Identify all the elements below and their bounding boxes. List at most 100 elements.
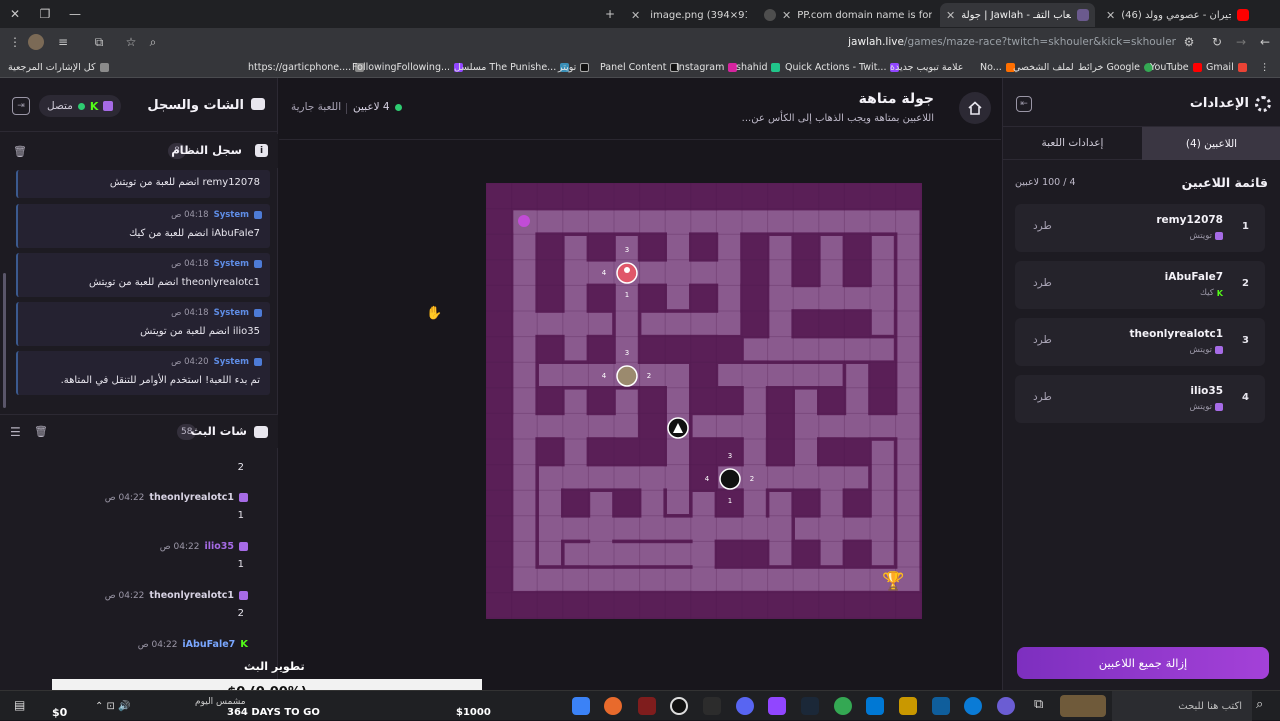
kick-player-button[interactable]: طرد	[1033, 220, 1052, 232]
bookmark-following[interactable]: FollowingFollowing...	[352, 56, 464, 78]
minimize-window-icon[interactable]: —	[60, 0, 90, 28]
bookmark-star-icon[interactable]: ☆	[122, 33, 140, 51]
tab-youtube[interactable]: ✕ (46) ألعاب الجيران - عصومي وولد...	[1100, 3, 1255, 27]
bookmark-gmail[interactable]: Gmail	[1206, 56, 1247, 78]
settings-panel: الإعدادات ⇤ إعدادات اللعبة اللاعبين (4) …	[1002, 78, 1280, 690]
shield-icon	[254, 211, 262, 219]
system-log-entry: System 04:18 ص ilio35 انضم للعبة من تويتش	[16, 302, 270, 346]
tab-close-icon[interactable]: ✕	[631, 9, 640, 22]
bookmarks-more-icon[interactable]: ⋮	[1260, 56, 1270, 78]
browser-tab-bar: ✕ ❐ — + ✕ image.png (394×913) ✕ PP.com d…	[0, 0, 1280, 28]
extensions-icon[interactable]: ⧉	[90, 33, 108, 51]
url-field[interactable]: jawlah.live/games/maze-race?twitch=skhou…	[160, 32, 1200, 52]
obs-icon[interactable]	[670, 697, 688, 715]
taskbar-app-icon[interactable]	[932, 697, 950, 715]
maze-board[interactable]: 🏆 3 4 1 3 4 2 3 4 2 1	[486, 183, 922, 619]
chat-bubble-icon	[251, 98, 265, 110]
collapse-settings-icon[interactable]: ⇤	[1016, 96, 1032, 112]
remove-all-players-button[interactable]: إزالة جميع اللاعبين	[1017, 647, 1269, 679]
bookmark-shahid[interactable]: shahid	[736, 56, 781, 78]
back-icon[interactable]: ←	[1256, 33, 1274, 51]
game-header: اللعبة جارية 4 لاعبين جولة متاهة اللاعبي…	[279, 78, 1001, 140]
kick-icon: K	[240, 639, 248, 650]
system-tray-icons[interactable]: ⌃ ⊡ 🔊	[95, 701, 131, 712]
jawlah-favicon-icon	[1077, 9, 1089, 21]
bookmark-instagram[interactable]: Instagram	[676, 56, 738, 78]
taskbar-app-icon[interactable]	[997, 697, 1015, 715]
avatar-head	[624, 267, 630, 273]
taskbar-app-icon[interactable]	[768, 697, 786, 715]
bookmark-no[interactable]: No...	[980, 56, 1015, 78]
chat-message: theonlyrealotc1 04:22 ص 2	[0, 590, 262, 630]
player-avatar	[616, 365, 638, 387]
bookmark-gartic[interactable]: https://garticphone....	[248, 56, 365, 78]
live-chat-title: شات البث	[190, 424, 247, 438]
system-log-entry: remy12078 انضم للعبة من تويتش	[16, 170, 270, 198]
forward-icon[interactable]: →	[1232, 33, 1250, 51]
taskbar-app-icon[interactable]	[572, 697, 590, 715]
connection-status: متصل K	[39, 95, 122, 117]
outlook-icon[interactable]	[866, 697, 884, 715]
tab-image-png[interactable]: ✕ image.png (394×913)	[625, 3, 753, 27]
taskbar-app-icon[interactable]	[703, 697, 721, 715]
tab-jawlah[interactable]: ✕ جولة | Jawlah - منصة الألعاب التفـ...	[940, 3, 1095, 27]
tab-pp-domain[interactable]: ✕ PP.com domain name is for sale	[758, 3, 938, 27]
trophy-icon: 🏆	[882, 570, 904, 592]
kick-player-button[interactable]: طرد	[1033, 334, 1052, 346]
divider	[346, 103, 347, 114]
media-controls-icon[interactable]: ≡	[54, 33, 72, 51]
start-marker-icon	[518, 215, 530, 227]
move-label: 1	[728, 497, 732, 505]
tab-game-settings[interactable]: إعدادات اللعبة	[1003, 126, 1142, 160]
kick-player-button[interactable]: طرد	[1033, 391, 1052, 403]
tab-players[interactable]: اللاعبين (4)	[1142, 126, 1280, 160]
edge-icon[interactable]	[964, 697, 982, 715]
bookmark-profile[interactable]: لملف الشخصي	[1013, 56, 1074, 78]
profile-avatar[interactable]	[28, 34, 44, 50]
tab-close-icon[interactable]: ✕	[1106, 9, 1115, 22]
bookmark-panel[interactable]: Panel Content	[600, 56, 680, 78]
kick-icon: K	[1216, 288, 1223, 298]
taskbar-search-box[interactable]: اكتب هنا للبحث	[1112, 691, 1252, 721]
close-window-icon[interactable]: ✕	[0, 0, 30, 28]
trash-icon[interactable]: 🗑	[34, 425, 48, 438]
taskbar-app-icon[interactable]	[604, 697, 622, 715]
tab-close-icon[interactable]: ✕	[782, 9, 791, 22]
move-label: 3	[625, 246, 629, 254]
bookmark-twitter[interactable]: تويتر	[558, 56, 590, 78]
home-button[interactable]	[959, 92, 991, 124]
chrome-icon[interactable]	[834, 697, 852, 715]
file-explorer-icon[interactable]	[899, 697, 917, 715]
maximize-window-icon[interactable]: ❐	[30, 0, 60, 28]
new-tab-icon[interactable]: +	[595, 0, 625, 28]
collapse-panel-icon[interactable]: ⇥	[12, 97, 30, 115]
move-label: 4	[602, 269, 607, 277]
reload-icon[interactable]: ↻	[1208, 33, 1226, 51]
bookmark-new-tab[interactable]: علامة تبويب جديدة	[890, 56, 963, 78]
menu-dots-icon[interactable]: ⋮	[6, 33, 24, 51]
steam-icon[interactable]	[801, 697, 819, 715]
filter-icon[interactable]: ☰	[10, 425, 21, 439]
task-view-icon[interactable]: ⧉	[1034, 697, 1043, 712]
x-icon	[580, 62, 590, 72]
notifications-icon[interactable]: ▤	[14, 698, 25, 712]
kick-player-button[interactable]: طرد	[1033, 277, 1052, 289]
search-highlight-image	[1060, 695, 1106, 717]
bookmark-quick-actions[interactable]: Quick Actions - Twit...	[785, 56, 900, 78]
system-log-scrollbar[interactable]	[3, 273, 6, 408]
taskbar-app-icon[interactable]	[638, 697, 656, 715]
bookmark-youtube[interactable]: YouTube	[1150, 56, 1202, 78]
site-settings-icon[interactable]: ⚙	[1180, 33, 1198, 51]
chat-message: theonlyrealotc1 04:22 ص 1	[0, 492, 262, 532]
bookmark-maps[interactable]: خرائط Google	[1078, 56, 1153, 78]
search-icon[interactable]: ⌕	[1256, 697, 1263, 712]
bookmark-punisher[interactable]: مسلسل The Punishe...	[454, 56, 570, 78]
twitch-icon	[239, 542, 248, 551]
bookmark-all[interactable]: كل الإشارات المرجعية	[8, 56, 109, 78]
discord-icon[interactable]	[736, 697, 754, 715]
twitch-icon	[239, 493, 248, 502]
maze-corridor	[564, 236, 587, 361]
tab-close-icon[interactable]: ✕	[946, 9, 955, 22]
trash-icon[interactable]: 🗑	[13, 145, 27, 158]
globe-icon	[764, 9, 776, 21]
